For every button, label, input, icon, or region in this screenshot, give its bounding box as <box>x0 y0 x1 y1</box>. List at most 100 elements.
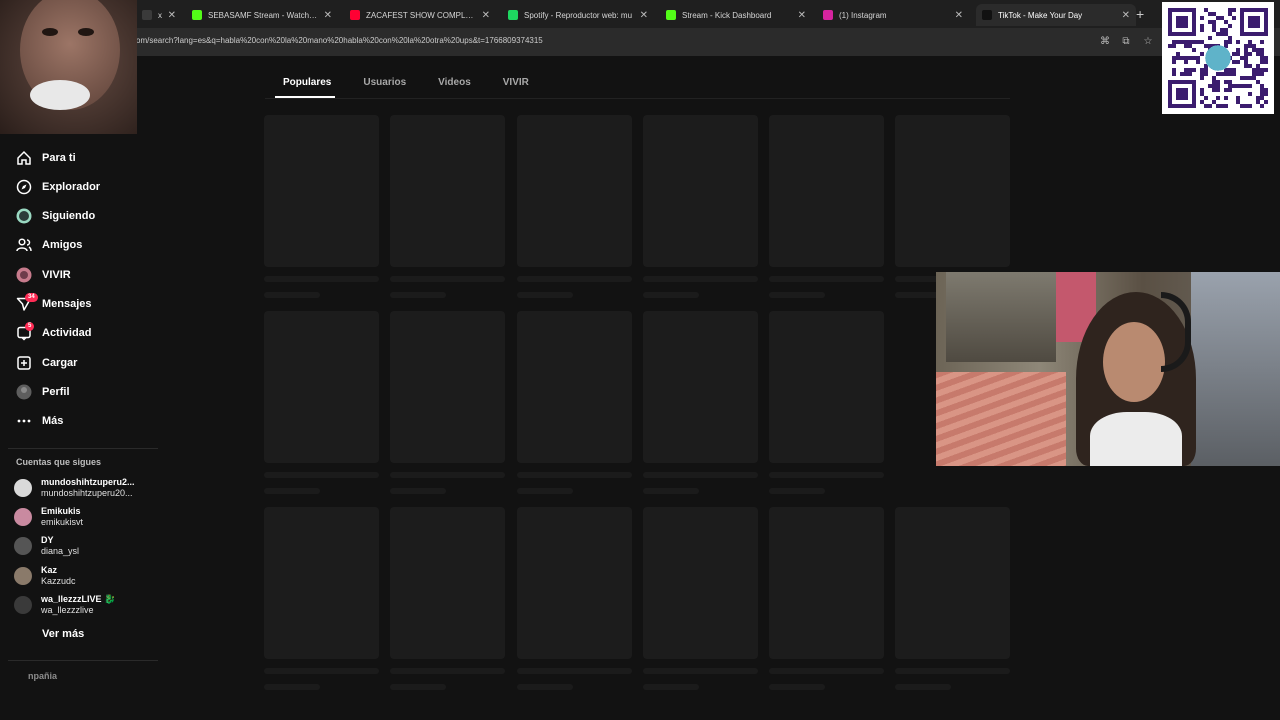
address-bar[interactable]: om/search?lang=es&q=habla%20con%20la%20m… <box>0 28 1280 56</box>
following-account[interactable]: DY diana_ysl <box>14 535 79 557</box>
video-card-placeholder <box>390 115 505 267</box>
caption-placeholder <box>390 472 505 478</box>
close-tab-icon[interactable]: ✕ <box>168 10 176 21</box>
avatar <box>14 567 32 585</box>
favicon-icon <box>508 10 518 20</box>
author-placeholder <box>769 684 825 690</box>
favicon-icon <box>142 10 152 20</box>
sidebar-item-amigos[interactable]: Amigos <box>16 235 82 255</box>
following-account[interactable]: Emikukis emikukisvt <box>14 506 83 528</box>
tab-usuarios[interactable]: Usuarios <box>345 77 420 94</box>
video-card-placeholder <box>517 311 632 463</box>
sidebar-item-vivir[interactable]: VIVIR <box>16 265 71 285</box>
video-card-placeholder <box>769 115 884 267</box>
browser-tab[interactable]: TikTok - Make Your Day ✕ <box>976 4 1136 26</box>
author-placeholder <box>390 488 446 494</box>
sidebar-item-más[interactable]: Más <box>16 411 63 431</box>
favicon-icon <box>823 10 833 20</box>
caption-placeholder <box>643 668 758 674</box>
author-placeholder <box>769 488 825 494</box>
browser-tab[interactable]: xofic ✕ <box>136 4 182 26</box>
browser-tab[interactable]: SEBASAMF Stream - Watch Live ✕ <box>186 4 338 26</box>
account-username: diana_ysl <box>41 546 80 556</box>
close-tab-icon[interactable]: ✕ <box>482 10 490 21</box>
account-username: Kazzudc <box>41 576 76 586</box>
close-tab-icon[interactable]: ✕ <box>1122 10 1130 21</box>
account-username: emikukisvt <box>41 517 84 527</box>
video-card-placeholder <box>769 311 884 463</box>
close-tab-icon[interactable]: ✕ <box>798 10 806 21</box>
sidebar-item-para-ti[interactable]: Para ti <box>16 148 76 168</box>
author-placeholder <box>643 684 699 690</box>
author-placeholder <box>643 292 699 298</box>
browser-tab[interactable]: (1) Instagram ✕ <box>817 4 969 26</box>
home-icon <box>16 150 32 166</box>
sidebar-item-label: Perfil <box>42 386 70 398</box>
caption-placeholder <box>643 472 758 478</box>
webcam-overlay-main <box>936 272 1280 466</box>
tab-title: xofic <box>158 10 162 20</box>
tab-videos[interactable]: Videos <box>420 77 485 94</box>
notification-badge: 34 <box>25 293 38 302</box>
author-placeholder <box>643 488 699 494</box>
avatar <box>14 479 32 497</box>
author-placeholder <box>517 488 573 494</box>
company-link[interactable]: npañia <box>28 671 57 681</box>
following-account[interactable]: mundoshihtzuperu2... mundoshihtzuperu20..… <box>14 477 135 499</box>
bookmark-star-icon[interactable]: ☆ <box>1142 36 1154 48</box>
sidebar-item-label: VIVIR <box>42 269 71 281</box>
tab-title: ZACAFEST SHOW COMPLETO - <box>366 10 476 20</box>
video-card-placeholder <box>264 311 379 463</box>
favicon-icon <box>982 10 992 20</box>
browser-tab-bar: xofic✕SEBASAMF Stream - Watch Live✕ZACAF… <box>0 0 1280 28</box>
close-tab-icon[interactable]: ✕ <box>640 10 648 21</box>
see-more-button[interactable]: Ver más <box>42 628 84 640</box>
caption-placeholder <box>264 668 379 674</box>
sidebar-item-actividad[interactable]: 5 Actividad <box>16 322 92 343</box>
author-placeholder <box>264 488 320 494</box>
notification-badge: 5 <box>25 322 35 331</box>
profile-icon <box>16 384 32 400</box>
favicon-icon <box>666 10 676 20</box>
avatar <box>14 596 32 614</box>
url-text[interactable]: om/search?lang=es&q=habla%20con%20la%20m… <box>136 36 543 45</box>
tab-populares[interactable]: Populares <box>265 77 345 98</box>
new-tab-button[interactable]: + <box>1136 6 1144 22</box>
browser-tab[interactable]: Stream - Kick Dashboard ✕ <box>660 4 812 26</box>
search-tabs: Populares Usuarios Videos VIVIR <box>265 77 543 98</box>
following-icon <box>16 208 32 224</box>
tab-title: (1) Instagram <box>839 10 887 20</box>
sidebar-item-explorador[interactable]: Explorador <box>16 177 100 197</box>
video-card-placeholder <box>643 115 758 267</box>
video-card-placeholder <box>264 115 379 267</box>
account-name: mundoshihtzuperu2... <box>41 477 135 487</box>
sidebar-item-perfil[interactable]: Perfil <box>16 382 70 402</box>
caption-placeholder <box>517 276 632 282</box>
author-placeholder <box>517 684 573 690</box>
avatar <box>14 508 32 526</box>
close-tab-icon[interactable]: ✕ <box>955 10 963 21</box>
tab-title: TikTok - Make Your Day <box>998 10 1083 20</box>
sidebar-item-cargar[interactable]: Cargar <box>16 353 77 373</box>
tab-title: Stream - Kick Dashboard <box>682 10 772 20</box>
caption-placeholder <box>264 472 379 478</box>
caption-placeholder <box>769 668 884 674</box>
account-name: DY <box>41 535 54 545</box>
sidebar-item-label: Siguiendo <box>42 210 96 222</box>
tab-vivir[interactable]: VIVIR <box>485 77 543 94</box>
browser-tab[interactable]: ZACAFEST SHOW COMPLETO - ✕ <box>344 4 496 26</box>
following-account[interactable]: wa_llezzzLIVE 🐉 wa_llezzzlive <box>14 594 115 616</box>
account-name: Kaz <box>41 565 58 575</box>
following-account[interactable]: Kaz Kazzudc <box>14 565 76 587</box>
browser-tab[interactable]: Spotify - Reproductor web: mu ✕ <box>502 4 654 26</box>
translate-icon[interactable]: ⌘ <box>1099 36 1111 48</box>
author-placeholder <box>769 292 825 298</box>
author-placeholder <box>264 292 320 298</box>
qr-code-image <box>1162 2 1274 114</box>
video-card-placeholder <box>643 507 758 659</box>
install-icon[interactable]: ⧉ <box>1120 36 1132 48</box>
sidebar-item-siguiendo[interactable]: Siguiendo <box>16 206 95 226</box>
caption-placeholder <box>264 276 379 282</box>
close-tab-icon[interactable]: ✕ <box>324 10 332 21</box>
sidebar-item-mensajes[interactable]: 34 Mensajes <box>16 293 92 314</box>
